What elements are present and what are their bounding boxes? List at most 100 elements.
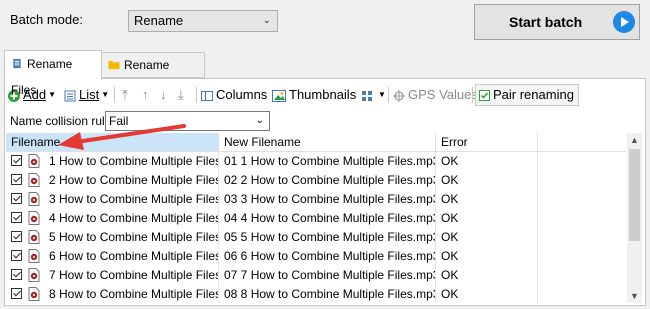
table-row[interactable]: 7 How to Combine Multiple Files... 07 7 H… [6, 266, 626, 285]
filename-text: 2 How to Combine Multiple Files... [49, 173, 219, 187]
chevron-down-icon: ⌄ [262, 15, 271, 26]
column-header-error[interactable]: Error [436, 133, 538, 152]
list-label: List [79, 87, 100, 102]
audio-file-icon [28, 249, 40, 263]
new-filename-cell: 05 5 How to Combine Multiple Files.mp3 [219, 228, 436, 247]
toolbar-divider [388, 87, 389, 103]
scroll-down-icon[interactable]: ▼ [627, 291, 642, 301]
table-row[interactable]: 8 How to Combine Multiple Files... 08 8 H… [6, 285, 626, 303]
filename-cell: 1 How to Combine Multiple Files... [6, 152, 219, 171]
row-checkbox[interactable] [11, 212, 22, 223]
play-icon [613, 11, 635, 33]
new-filename-cell: 08 8 How to Combine Multiple Files.mp3 [219, 285, 436, 303]
row-checkbox[interactable] [11, 269, 22, 280]
filename-text: 7 How to Combine Multiple Files... [49, 268, 219, 282]
error-cell: OK [436, 285, 538, 303]
audio-file-icon [28, 287, 40, 301]
grid-options-icon [362, 90, 372, 101]
columns-icon [201, 90, 213, 101]
batch-mode-label: Batch mode: [10, 12, 83, 27]
table-row[interactable]: 1 How to Combine Multiple Files... 01 1 H… [6, 152, 626, 171]
pair-renaming-button[interactable]: Pair renaming [475, 84, 579, 106]
error-cell: OK [436, 209, 538, 228]
move-bottom-icon[interactable]: ⤓ [178, 84, 184, 106]
table-row[interactable]: 2 How to Combine Multiple Files... 02 2 H… [6, 171, 626, 190]
new-filename-cell: 02 2 How to Combine Multiple Files.mp3 [219, 171, 436, 190]
error-cell: OK [436, 190, 538, 209]
folder-icon [108, 60, 120, 70]
audio-file-icon [28, 173, 40, 187]
new-filename-cell: 06 6 How to Combine Multiple Files.mp3 [219, 247, 436, 266]
file-icon [13, 58, 21, 69]
table-row[interactable]: 6 How to Combine Multiple Files... 06 6 H… [6, 247, 626, 266]
table-row[interactable]: 3 How to Combine Multiple Files... 03 3 H… [6, 190, 626, 209]
audio-file-icon [28, 230, 40, 244]
filename-cell: 5 How to Combine Multiple Files... [6, 228, 219, 247]
columns-label: Columns [216, 87, 268, 102]
list-icon [64, 90, 76, 102]
start-batch-label: Start batch [509, 14, 583, 30]
dropdown-arrow-icon: ▼ [48, 90, 57, 99]
gps-values-label: GPS Values [408, 87, 478, 102]
vertical-scrollbar[interactable]: ▲ ▼ [627, 133, 642, 303]
thumbnails-button[interactable]: Thumbnails [272, 84, 356, 106]
new-filename-cell: 01 1 How to Combine Multiple Files.mp3 [219, 152, 436, 171]
grid-options-button[interactable]: ▼ [361, 84, 386, 106]
checkbox-icon [479, 90, 490, 102]
batch-mode-value: Rename [134, 13, 184, 28]
table-row[interactable]: 4 How to Combine Multiple Files... 04 4 H… [6, 209, 626, 228]
error-cell: OK [436, 152, 538, 171]
filename-cell: 7 How to Combine Multiple Files... [6, 266, 219, 285]
row-checkbox[interactable] [11, 250, 22, 261]
dropdown-arrow-icon: ▼ [378, 90, 386, 99]
new-filename-cell: 04 4 How to Combine Multiple Files.mp3 [219, 209, 436, 228]
audio-file-icon [28, 192, 40, 206]
filename-cell: 3 How to Combine Multiple Files... [6, 190, 219, 209]
toolbar-divider [114, 87, 115, 103]
move-up-icon[interactable]: ↑ [142, 84, 149, 106]
dropdown-arrow-icon: ▼ [101, 90, 110, 99]
row-checkbox[interactable] [11, 155, 22, 166]
filename-cell: 8 How to Combine Multiple Files... [6, 285, 219, 303]
row-checkbox[interactable] [11, 231, 22, 242]
filename-text: 8 How to Combine Multiple Files... [49, 287, 219, 301]
row-checkbox[interactable] [11, 193, 22, 204]
filename-cell: 2 How to Combine Multiple Files... [6, 171, 219, 190]
scroll-thumb[interactable] [629, 149, 640, 241]
row-checkbox[interactable] [11, 288, 22, 299]
start-batch-button[interactable]: Start batch [474, 4, 640, 40]
new-filename-cell: 07 7 How to Combine Multiple Files.mp3 [219, 266, 436, 285]
chevron-down-icon: ⌄ [255, 115, 264, 126]
audio-file-icon [28, 268, 40, 282]
audio-file-icon [28, 211, 40, 225]
error-cell: OK [436, 247, 538, 266]
columns-button[interactable]: Columns [201, 84, 267, 106]
thumbnails-icon [272, 89, 286, 102]
table-row[interactable]: 5 How to Combine Multiple Files... 05 5 H… [6, 228, 626, 247]
scroll-up-icon[interactable]: ▲ [627, 135, 642, 145]
filename-text: 1 How to Combine Multiple Files... [49, 154, 219, 168]
audio-file-icon [28, 154, 40, 168]
toolbar-divider [472, 87, 473, 103]
error-cell: OK [436, 228, 538, 247]
file-table: Filename New Filename Error 1 How to Com… [6, 133, 626, 303]
list-button[interactable]: List ▼ [64, 84, 109, 106]
move-down-icon[interactable]: ↓ [160, 84, 167, 106]
new-filename-cell: 03 3 How to Combine Multiple Files.mp3 [219, 190, 436, 209]
red-arrow-icon [58, 124, 186, 150]
batch-mode-select[interactable]: Rename ⌄ [128, 10, 278, 32]
column-header-filler [538, 133, 626, 152]
filename-cell: 4 How to Combine Multiple Files... [6, 209, 219, 228]
row-checkbox[interactable] [11, 174, 22, 185]
error-cell: OK [436, 266, 538, 285]
filename-text: 4 How to Combine Multiple Files... [49, 211, 219, 225]
gps-values-button[interactable]: GPS Values [393, 84, 478, 106]
column-header-new-filename[interactable]: New Filename [219, 133, 436, 152]
gps-icon [393, 89, 405, 102]
tab-rename-files[interactable]: Rename Files [4, 50, 102, 97]
tab-rename-folders[interactable]: Rename Folders [101, 52, 205, 96]
filename-text: 5 How to Combine Multiple Files... [49, 230, 219, 244]
move-top-icon[interactable]: ⤒ [122, 84, 128, 106]
error-cell: OK [436, 171, 538, 190]
filename-text: 3 How to Combine Multiple Files... [49, 192, 219, 206]
